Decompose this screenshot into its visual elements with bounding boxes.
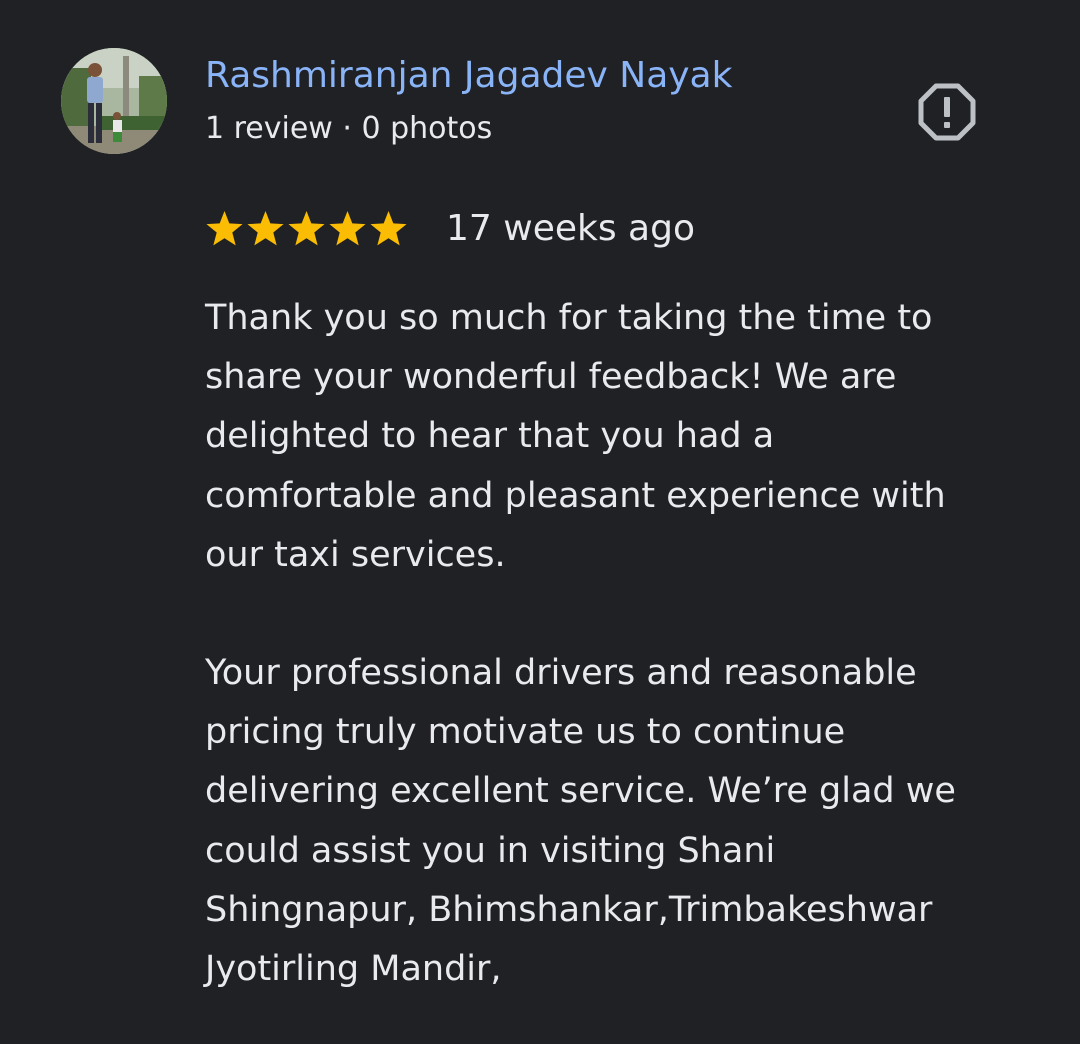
review-paragraph-2: Your professional drivers and reasonable… [205, 653, 956, 990]
star-rating [205, 210, 408, 248]
review-date: 17 weeks ago [446, 208, 695, 249]
star-icon [247, 211, 284, 246]
review-paragraph-1: Thank you so much for taking the time to… [205, 298, 946, 575]
star-icon [206, 211, 243, 246]
author-avatar[interactable] [61, 48, 167, 154]
author-name[interactable]: Rashmiranjan Jagadev Nayak [205, 54, 732, 98]
star-icon [329, 211, 366, 246]
review-card: Rashmiranjan Jagadev Nayak 1 review · 0 … [0, 0, 1080, 1044]
report-review-button[interactable] [917, 82, 977, 142]
author-stats: 1 review · 0 photos [205, 111, 493, 146]
rating-row: 17 weeks ago [205, 205, 695, 253]
star-icon [288, 211, 325, 246]
avatar-photo [61, 48, 167, 154]
review-text: Thank you so much for taking the time to… [205, 289, 1045, 999]
star-icon [370, 211, 407, 246]
report-octagon-icon [918, 83, 976, 141]
